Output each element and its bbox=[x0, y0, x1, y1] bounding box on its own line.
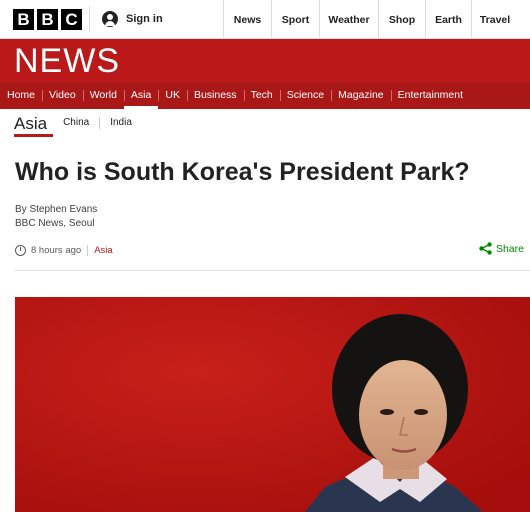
share-button[interactable]: Share bbox=[479, 242, 524, 255]
nav-item-home[interactable]: Home bbox=[0, 82, 42, 109]
top-link-shop[interactable]: Shop bbox=[378, 0, 425, 38]
nav-item-tech[interactable]: Tech bbox=[243, 82, 280, 109]
news-logo[interactable]: NEWS bbox=[14, 42, 120, 81]
nav-item-world[interactable]: World bbox=[82, 82, 124, 109]
section-nav: Home Video World Asia UK Business Tech S… bbox=[0, 82, 530, 109]
top-link-travel[interactable]: Travel bbox=[471, 0, 518, 38]
share-icon bbox=[479, 242, 492, 255]
news-masthead: NEWS bbox=[0, 39, 530, 82]
section-tag[interactable]: Asia bbox=[87, 245, 113, 256]
author-bureau: BBC News, Seoul bbox=[15, 218, 95, 229]
portrait-photo bbox=[15, 297, 530, 512]
author-name: By Stephen Evans bbox=[15, 204, 98, 215]
top-bar: B B C Sign in News Sport Weather Shop Ea… bbox=[0, 0, 530, 39]
timestamp: 8 hours ago bbox=[31, 245, 82, 256]
nav-item-magazine[interactable]: Magazine bbox=[331, 82, 391, 109]
nav-item-business[interactable]: Business bbox=[186, 82, 244, 109]
divider bbox=[89, 6, 90, 32]
bbc-logo[interactable]: B B C bbox=[13, 9, 82, 30]
sign-in-label: Sign in bbox=[126, 13, 163, 25]
byline: By Stephen Evans BBC News, Seoul bbox=[15, 203, 97, 231]
sub-nav-title[interactable]: Asia bbox=[14, 113, 54, 137]
article-photo[interactable] bbox=[15, 297, 530, 512]
top-link-sport[interactable]: Sport bbox=[271, 0, 319, 38]
nav-item-uk[interactable]: UK bbox=[158, 82, 187, 109]
top-link-news[interactable]: News bbox=[223, 0, 271, 38]
article-headline: Who is South Korea's President Park? bbox=[15, 158, 470, 186]
sub-nav-item-china[interactable]: China bbox=[53, 117, 99, 129]
logo-letter-b2: B bbox=[37, 9, 58, 30]
sub-nav-item-india[interactable]: India bbox=[99, 117, 142, 129]
sign-in-button[interactable]: Sign in bbox=[102, 11, 163, 27]
sub-nav: Asia China India bbox=[14, 112, 142, 138]
article-meta: 8 hours ago Asia bbox=[15, 245, 113, 256]
user-icon bbox=[102, 11, 118, 27]
logo-letter-c: C bbox=[61, 9, 82, 30]
clock-icon bbox=[15, 245, 26, 256]
top-links: News Sport Weather Shop Earth Travel bbox=[223, 0, 518, 38]
nav-item-entertainment[interactable]: Entertainment bbox=[390, 82, 470, 109]
article-divider bbox=[15, 270, 530, 271]
logo-letter-b1: B bbox=[13, 9, 34, 30]
nav-item-video[interactable]: Video bbox=[42, 82, 83, 109]
top-link-weather[interactable]: Weather bbox=[319, 0, 378, 38]
share-label: Share bbox=[495, 242, 524, 255]
nav-item-asia[interactable]: Asia bbox=[123, 82, 159, 109]
nav-item-science[interactable]: Science bbox=[279, 82, 331, 109]
top-link-earth[interactable]: Earth bbox=[425, 0, 471, 38]
